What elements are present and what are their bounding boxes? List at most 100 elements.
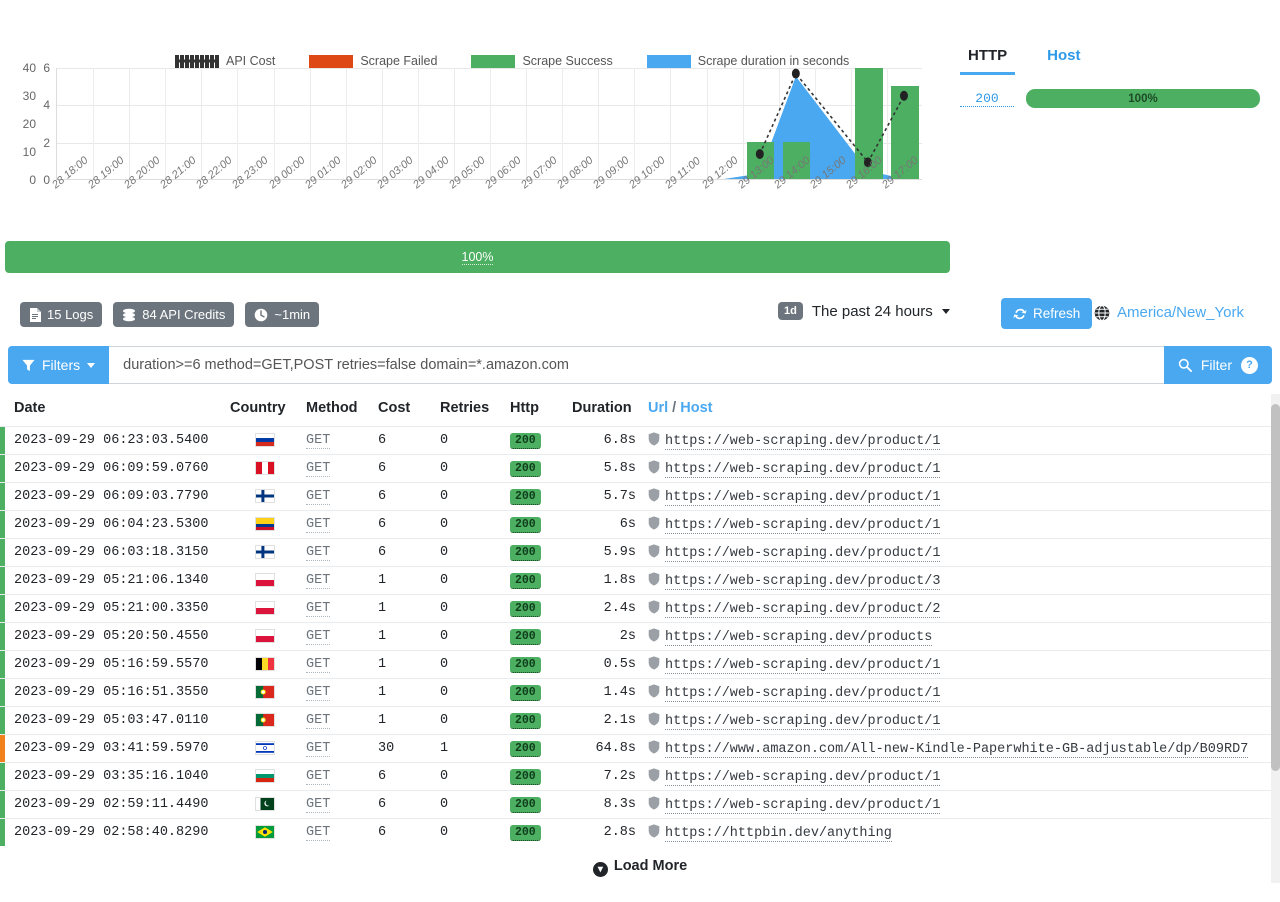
filter-submit-button[interactable]: Filter ?	[1164, 346, 1272, 384]
status-badge[interactable]: 200	[510, 461, 541, 477]
status-badge[interactable]: 200	[510, 657, 541, 673]
status-badge[interactable]: 200	[510, 433, 541, 449]
url-link[interactable]: https://web-scraping.dev/products	[665, 630, 932, 646]
th-country[interactable]: Country	[230, 394, 300, 427]
table-row[interactable]: 2023-09-29 03:35:16.1040GET602007.2shttp…	[0, 763, 1280, 791]
api-cost-point-3[interactable]	[900, 91, 908, 101]
method-label[interactable]: GET	[306, 433, 330, 449]
method-label[interactable]: GET	[306, 545, 330, 561]
table-row[interactable]: 2023-09-29 06:03:18.3150GET602005.9shttp…	[0, 539, 1280, 567]
help-icon[interactable]: ?	[1241, 357, 1258, 374]
method-label[interactable]: GET	[306, 601, 330, 617]
table-scrollbar[interactable]	[1271, 394, 1280, 883]
url-link[interactable]: https://www.amazon.com/All-new-Kindle-Pa…	[665, 742, 1248, 758]
time-range-selector[interactable]: 1d The past 24 hours	[778, 302, 950, 320]
flag-icon-br	[255, 825, 275, 839]
table-row[interactable]: 2023-09-29 06:04:23.5300GET602006shttps:…	[0, 511, 1280, 539]
stats-bar: 15 Logs 84 API Credits ~1min 1d The past…	[0, 290, 1280, 346]
status-badge[interactable]: 200	[510, 685, 541, 701]
th-method[interactable]: Method	[300, 394, 372, 427]
legend-item-0[interactable]: API Cost	[175, 54, 275, 68]
url-link[interactable]: https://web-scraping.dev/product/1	[665, 658, 940, 674]
tab-host[interactable]: Host	[1039, 44, 1088, 75]
url-link[interactable]: https://web-scraping.dev/product/1	[665, 714, 940, 730]
method-label[interactable]: GET	[306, 825, 330, 841]
status-code-link[interactable]: 200	[960, 91, 1014, 107]
status-badge[interactable]: 200	[510, 629, 541, 645]
table-row[interactable]: 2023-09-29 02:58:40.8290GET602002.8shttp…	[0, 819, 1280, 847]
cell-method: GET	[300, 707, 372, 735]
table-row[interactable]: 2023-09-29 05:16:51.3550GET102001.4shttp…	[0, 679, 1280, 707]
status-badge[interactable]: 200	[510, 601, 541, 617]
th-retries[interactable]: Retries	[434, 394, 504, 427]
api-cost-point-0[interactable]	[756, 149, 764, 159]
status-badge[interactable]: 200	[510, 489, 541, 505]
url-link[interactable]: https://web-scraping.dev/product/1	[665, 462, 940, 478]
load-more-button[interactable]: ▾Load More	[0, 846, 1280, 883]
url-link[interactable]: https://web-scraping.dev/product/1	[665, 770, 940, 786]
table-row[interactable]: 2023-09-29 05:20:50.4550GET102002shttps:…	[0, 623, 1280, 651]
legend-item-3[interactable]: Scrape duration in seconds	[647, 54, 849, 68]
table-row[interactable]: 2023-09-29 06:09:59.0760GET602005.8shttp…	[0, 455, 1280, 483]
url-link[interactable]: https://web-scraping.dev/product/1	[665, 546, 940, 562]
table-row[interactable]: 2023-09-29 06:23:03.5400GET602006.8shttp…	[0, 427, 1280, 455]
table-scrollbar-thumb[interactable]	[1271, 404, 1280, 771]
status-badge[interactable]: 200	[510, 545, 541, 561]
url-link[interactable]: https://web-scraping.dev/product/1	[665, 490, 940, 506]
method-label[interactable]: GET	[306, 517, 330, 533]
status-badge[interactable]: 200	[510, 517, 541, 533]
table-row[interactable]: 2023-09-29 06:09:03.7790GET602005.7shttp…	[0, 483, 1280, 511]
table-row[interactable]: 2023-09-29 05:03:47.0110GET102002.1shttp…	[0, 707, 1280, 735]
url-link[interactable]: https://httpbin.dev/anything	[665, 826, 892, 842]
status-badge[interactable]: 200	[510, 797, 541, 813]
method-label[interactable]: GET	[306, 573, 330, 589]
method-label[interactable]: GET	[306, 629, 330, 645]
method-label[interactable]: GET	[306, 657, 330, 673]
status-badge[interactable]: 200	[510, 713, 541, 729]
method-label[interactable]: GET	[306, 741, 330, 757]
method-label[interactable]: GET	[306, 769, 330, 785]
cell-method: GET	[300, 819, 372, 847]
th-date[interactable]: Date	[0, 394, 230, 427]
filter-query-input[interactable]	[109, 346, 1164, 384]
url-link[interactable]: https://web-scraping.dev/product/1	[665, 434, 940, 450]
cell-url: https://web-scraping.dev/product/1	[642, 679, 1280, 707]
th-url-host[interactable]: Url / Host	[642, 394, 1280, 427]
status-badge[interactable]: 200	[510, 825, 541, 841]
cell-method: GET	[300, 623, 372, 651]
th-duration[interactable]: Duration	[566, 394, 642, 427]
method-label[interactable]: GET	[306, 685, 330, 701]
url-link[interactable]: https://web-scraping.dev/product/1	[665, 518, 940, 534]
timezone-selector[interactable]: America/New_York	[1094, 304, 1244, 321]
status-badge[interactable]: 200	[510, 741, 541, 757]
legend-item-2[interactable]: Scrape Success	[471, 54, 612, 68]
th-url-label: Url	[648, 400, 668, 416]
status-row-200: 200 100%	[960, 89, 1260, 108]
method-label[interactable]: GET	[306, 461, 330, 477]
url-link[interactable]: https://web-scraping.dev/product/1	[665, 686, 940, 702]
url-link[interactable]: https://web-scraping.dev/product/3	[665, 574, 940, 590]
table-row[interactable]: 2023-09-29 05:21:00.3350GET102002.4shttp…	[0, 595, 1280, 623]
shield-icon	[648, 544, 660, 558]
method-label[interactable]: GET	[306, 489, 330, 505]
legend-item-1[interactable]: Scrape Failed	[309, 54, 437, 68]
url-link[interactable]: https://web-scraping.dev/product/2	[665, 602, 940, 618]
method-label[interactable]: GET	[306, 797, 330, 813]
refresh-button[interactable]: Refresh	[1001, 298, 1092, 329]
cell-cost: 1	[372, 707, 434, 735]
th-http[interactable]: Http	[504, 394, 566, 427]
api-cost-point-1[interactable]	[792, 69, 800, 79]
status-badge[interactable]: 200	[510, 769, 541, 785]
status-badge[interactable]: 200	[510, 573, 541, 589]
method-label[interactable]: GET	[306, 713, 330, 729]
table-row[interactable]: 2023-09-29 03:41:59.5970GET30120064.8sht…	[0, 735, 1280, 763]
chart-legend: API Cost Scrape Failed Scrape Success Scrap…	[175, 54, 883, 68]
table-row[interactable]: 2023-09-29 05:21:06.1340GET102001.8shttp…	[0, 567, 1280, 595]
overall-success-bar: 100%	[5, 241, 950, 273]
table-row[interactable]: 2023-09-29 02:59:11.4490GET602008.3shttp…	[0, 791, 1280, 819]
table-row[interactable]: 2023-09-29 05:16:59.5570GET102000.5shttp…	[0, 651, 1280, 679]
url-link[interactable]: https://web-scraping.dev/product/1	[665, 798, 940, 814]
th-cost[interactable]: Cost	[372, 394, 434, 427]
filters-dropdown-button[interactable]: Filters	[8, 346, 109, 384]
tab-http[interactable]: HTTP	[960, 44, 1015, 75]
